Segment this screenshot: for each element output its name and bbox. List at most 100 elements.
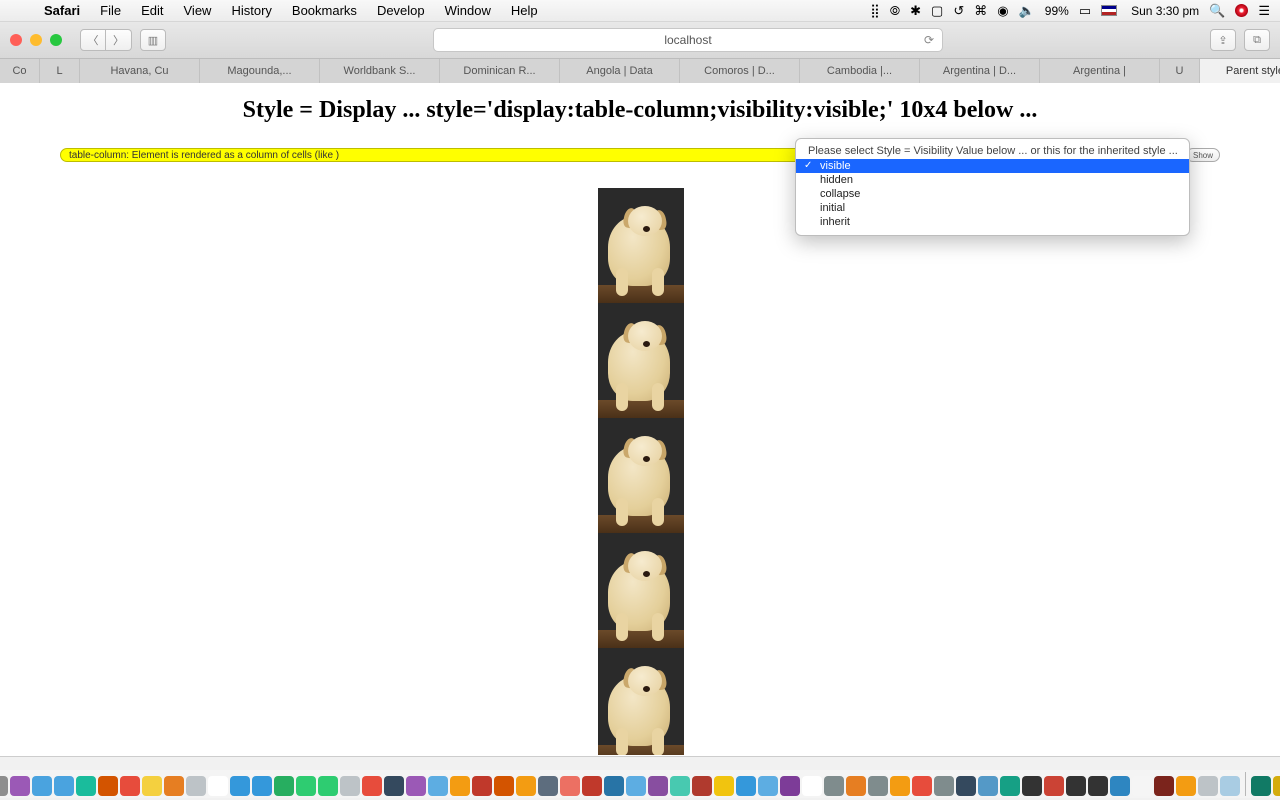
show-button[interactable]: Show [1186,148,1220,162]
dock-app-icon[interactable] [626,776,646,796]
dock-app-icon[interactable] [428,776,448,796]
dock-app-icon[interactable] [10,776,30,796]
tabs-button[interactable]: ⧉ [1244,29,1270,51]
dock-app-icon[interactable] [1022,776,1042,796]
menuextra-opera-icon[interactable] [1235,4,1248,17]
dock-app-icon[interactable] [164,776,184,796]
browser-tab[interactable]: Parent style... [1200,59,1280,83]
input-flag-icon[interactable] [1101,5,1117,16]
dock-app-icon[interactable] [560,776,580,796]
dock-app-icon[interactable] [76,776,96,796]
dock-app-icon[interactable] [340,776,360,796]
dock-app-icon[interactable] [1088,776,1108,796]
browser-tab[interactable]: Co [0,59,40,83]
dock-app-icon[interactable] [98,776,118,796]
wifi-icon[interactable]: ◉ [997,3,1008,19]
dock-app-icon[interactable] [472,776,492,796]
menuextra-icon[interactable]: ⦾ [890,3,900,19]
menu-view[interactable]: View [174,3,222,18]
dock-app-icon[interactable] [1044,776,1064,796]
dock-app-icon[interactable] [120,776,140,796]
dock-app-icon[interactable] [802,776,822,796]
dock-app-icon[interactable] [670,776,690,796]
dock-app-icon[interactable] [1132,776,1152,796]
dock-app-icon[interactable] [1251,776,1271,796]
sidebar-button[interactable]: ▥ [140,29,166,51]
menu-develop[interactable]: Develop [367,3,435,18]
menu-file[interactable]: File [90,3,131,18]
airplay-icon[interactable]: ▢ [931,3,943,19]
dock-app-icon[interactable] [1066,776,1086,796]
dock-app-icon[interactable] [450,776,470,796]
browser-tab[interactable]: Havana, Cu [80,59,200,83]
dock-app-icon[interactable] [142,776,162,796]
browser-tab[interactable]: Dominican R... [440,59,560,83]
dock-app-icon[interactable] [890,776,910,796]
dock-app-icon[interactable] [758,776,778,796]
dock-app-icon[interactable] [780,776,800,796]
dock-app-icon[interactable] [868,776,888,796]
dock-app-icon[interactable] [0,776,8,796]
menu-bookmarks[interactable]: Bookmarks [282,3,367,18]
dock-app-icon[interactable] [318,776,338,796]
bluetooth-icon[interactable]: ⌘ [974,3,987,19]
address-bar[interactable]: localhost ⟳ [433,28,943,52]
browser-tab[interactable]: L [40,59,80,83]
share-button[interactable]: ⇪ [1210,29,1236,51]
dock-app-icon[interactable] [186,776,206,796]
dock-app-icon[interactable] [32,776,52,796]
browser-tab[interactable]: Angola | Data [560,59,680,83]
dock-app-icon[interactable] [956,776,976,796]
menuextra-icon[interactable]: ✱ [910,3,921,19]
dock-app-icon[interactable] [362,776,382,796]
dock-app-icon[interactable] [912,776,932,796]
dock-app-icon[interactable] [846,776,866,796]
zoom-window-button[interactable] [50,34,62,46]
timemachine-icon[interactable]: ↺ [953,3,964,19]
dock-app-icon[interactable] [582,776,602,796]
menu-window[interactable]: Window [435,3,501,18]
dock-app-icon[interactable] [516,776,536,796]
browser-tab[interactable]: Cambodia |... [800,59,920,83]
menuextra-icon[interactable]: ⣿ [870,3,880,19]
close-window-button[interactable] [10,34,22,46]
dock-app-icon[interactable] [384,776,404,796]
dock-app-icon[interactable] [1110,776,1130,796]
dock-app-icon[interactable] [1000,776,1020,796]
menu-edit[interactable]: Edit [131,3,173,18]
browser-tab[interactable]: Argentina | [1040,59,1160,83]
dock-app-icon[interactable] [54,776,74,796]
battery-percent[interactable]: 99% [1045,4,1069,18]
menu-help[interactable]: Help [501,3,548,18]
dock-app-icon[interactable] [824,776,844,796]
visibility-dropdown[interactable]: Please select Style = Visibility Value b… [795,138,1190,236]
dock-app-icon[interactable] [1220,776,1240,796]
minimize-window-button[interactable] [30,34,42,46]
spotlight-icon[interactable]: 🔍 [1209,3,1225,19]
dock-app-icon[interactable] [604,776,624,796]
reload-icon[interactable]: ⟳ [924,33,934,47]
dock-app-icon[interactable] [1154,776,1174,796]
back-button[interactable]: 〈 [80,29,106,51]
dock-app-icon[interactable] [494,776,514,796]
dock-app-icon[interactable] [296,776,316,796]
dock-app-icon[interactable] [230,776,250,796]
dropdown-option[interactable]: inherit [796,215,1189,229]
menu-history[interactable]: History [221,3,281,18]
dock-app-icon[interactable] [978,776,998,796]
notification-center-icon[interactable]: ☰ [1258,3,1270,19]
dock-app-icon[interactable] [934,776,954,796]
dropdown-option[interactable]: initial [796,201,1189,215]
dropdown-option[interactable]: visible [796,159,1189,173]
dock-app-icon[interactable] [208,776,228,796]
dock-app-icon[interactable] [1273,776,1280,796]
browser-tab[interactable]: Comoros | D... [680,59,800,83]
dock-app-icon[interactable] [1176,776,1196,796]
battery-icon[interactable]: ▭ [1079,3,1091,19]
menubar-clock[interactable]: Sun 3:30 pm [1131,4,1199,18]
dropdown-option[interactable]: hidden [796,173,1189,187]
dock-app-icon[interactable] [714,776,734,796]
dropdown-option[interactable]: collapse [796,187,1189,201]
volume-icon[interactable]: 🔈 [1019,3,1035,19]
dock-app-icon[interactable] [1198,776,1218,796]
